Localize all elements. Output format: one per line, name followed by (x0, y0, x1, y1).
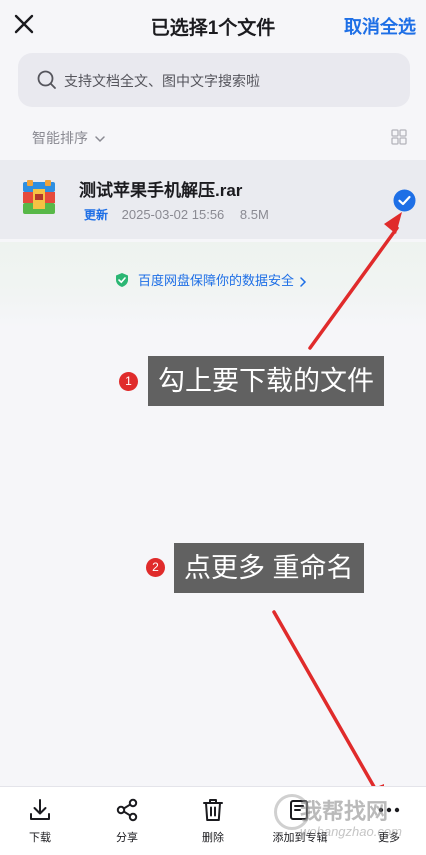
delete-button[interactable]: 删除 (178, 793, 248, 851)
sort-dropdown[interactable]: 智能排序 (32, 128, 106, 148)
trash-icon (203, 799, 223, 821)
file-size: 8.5M (239, 207, 269, 222)
check-circle-icon (393, 189, 416, 212)
top-bar: 已选择1个文件 取消全选 (0, 0, 426, 50)
file-list-item[interactable]: 测试苹果手机解压.rar 更新 2025-03-02 15:56 8.5M (0, 160, 426, 239)
arrow-to-more (272, 610, 379, 794)
grid-icon (391, 129, 407, 145)
sort-bar: 智能排序 (0, 120, 426, 154)
file-date: 2025-03-02 15:56 (121, 207, 225, 222)
chevron-down-icon (95, 136, 105, 143)
security-label: 百度网盘保障你的数据安全 (137, 273, 294, 288)
rar-archive-icon (23, 180, 55, 214)
search-placeholder: 支持文档全文、图中文字搜索啦 (64, 73, 260, 89)
annotation-callout-2: 点更多 重命名 (174, 543, 364, 593)
search-icon (37, 70, 56, 89)
annotation-badge-2: 2 (146, 558, 165, 577)
download-icon (30, 799, 50, 820)
cancel-select-all-button[interactable]: 取消全选 (344, 13, 416, 39)
search-bar[interactable]: 支持文档全文、图中文字搜索啦 (18, 53, 410, 107)
delete-label: 删除 (202, 832, 224, 844)
security-link[interactable]: 百度网盘保障你的数据安全 (0, 270, 426, 289)
more-label: 更多 (378, 832, 400, 844)
file-name: 测试苹果手机解压.rar (79, 181, 243, 200)
file-select-checkbox[interactable] (393, 189, 416, 212)
download-label: 下载 (29, 832, 51, 844)
sort-label: 智能排序 (32, 130, 88, 146)
more-icon (378, 807, 400, 813)
file-meta: 更新 2025-03-02 15:56 8.5M (84, 206, 269, 223)
share-button[interactable]: 分享 (92, 793, 162, 851)
security-banner: 百度网盘保障你的数据安全 (0, 242, 426, 328)
shield-icon (116, 273, 129, 287)
download-button[interactable]: 下载 (5, 793, 75, 851)
grid-view-toggle[interactable] (391, 129, 407, 145)
chevron-right-icon (299, 277, 306, 287)
more-button[interactable]: 更多 (354, 793, 424, 851)
update-tag: 更新 (84, 208, 109, 222)
share-icon (116, 798, 138, 822)
add-to-album-icon (290, 800, 308, 820)
add-to-album-button[interactable]: 添加到专辑 (265, 793, 335, 851)
add-to-album-label: 添加到专辑 (272, 832, 328, 844)
share-label: 分享 (116, 832, 138, 844)
bottom-toolbar: 下载 分享 删除 添加到专辑 更多 (0, 786, 426, 855)
annotation-badge-1: 1 (119, 372, 138, 391)
annotation-callout-1: 勾上要下载的文件 (148, 356, 384, 406)
